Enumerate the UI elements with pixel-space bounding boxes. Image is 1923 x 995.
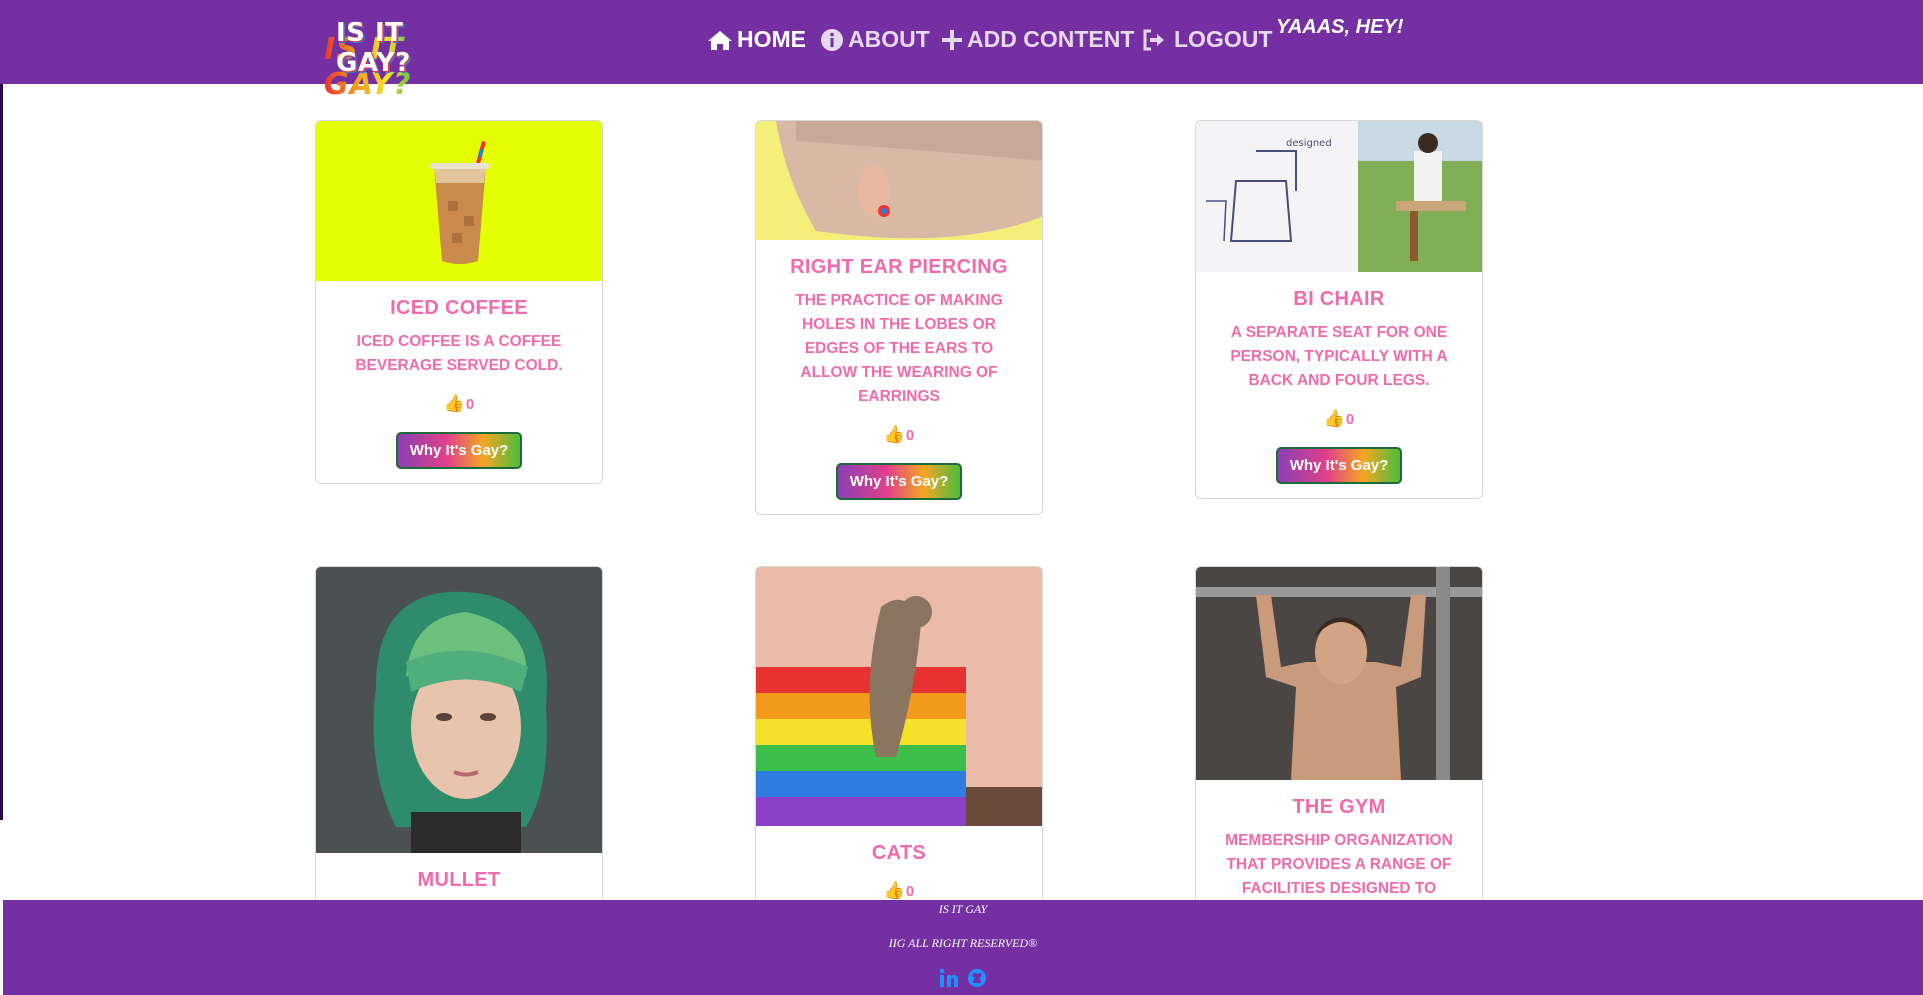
sign-out-icon: [1142, 29, 1166, 51]
like-count: 0: [1345, 410, 1355, 428]
nav-add-content-label: ADD CONTENT: [967, 26, 1135, 52]
thumbs-up-icon[interactable]: 👍: [884, 881, 905, 901]
site-footer: IS IT GAY IIG ALL RIGHT RESERVED®: [3, 900, 1923, 995]
footer-social-links: [3, 968, 1923, 988]
content-card-bi-chair: designed BI CHAIR A SEPARATE SEAT FOR ON…: [1195, 120, 1483, 499]
like-count: 0: [905, 426, 915, 444]
card-likes[interactable]: 👍 0: [316, 394, 602, 414]
nav-home-link[interactable]: HOME: [707, 26, 806, 53]
content-card-the-gym: THE GYM MEMBERSHIP ORGANIZATION THAT PRO…: [1195, 566, 1483, 926]
like-count: 0: [465, 395, 475, 413]
window-left-edge: [0, 0, 3, 820]
content-card-cats: CATS 👍 0: [755, 566, 1043, 926]
plus-icon: [941, 29, 963, 51]
card-title: RIGHT EAR PIERCING: [790, 256, 1008, 278]
nav-about-link[interactable]: ABOUT: [820, 26, 930, 53]
card-description: THE PRACTICE OF MAKING HOLES IN THE LOBE…: [795, 292, 1003, 405]
card-title: MULLET: [417, 869, 501, 891]
card-description: MEMBERSHIP ORGANIZATION THAT PROVIDES A …: [1225, 832, 1453, 897]
nav-add-content-link[interactable]: ADD CONTENT: [941, 26, 1134, 53]
content-card-iced-coffee: ICED COFFEE ICED COFFEE IS A COFFEE BEVE…: [315, 120, 603, 484]
nav-about-label: ABOUT: [848, 26, 930, 52]
bi-chair-image: designed: [1196, 121, 1482, 272]
thumbs-up-icon[interactable]: 👍: [1324, 409, 1345, 429]
nav-home-label: HOME: [737, 26, 806, 52]
content-card-right-ear-piercing: RIGHT EAR PIERCING THE PRACTICE OF MAKIN…: [755, 120, 1043, 515]
info-icon: [820, 28, 844, 52]
github-icon[interactable]: [967, 968, 987, 988]
card-likes[interactable]: 👍 0: [1196, 409, 1482, 429]
ear-piercing-image: [756, 121, 1042, 240]
card-title: ICED COFFEE: [390, 297, 528, 319]
user-greeting: YAAAS, HEY!: [1276, 16, 1404, 38]
iced-coffee-image: [316, 121, 602, 281]
card-description: ICED COFFEE IS A COFFEE BEVERAGE SERVED …: [355, 333, 563, 374]
footer-copyright: IIG ALL RIGHT RESERVED®: [888, 936, 1038, 950]
linkedin-icon[interactable]: [939, 968, 959, 988]
nav-logout-label: LOGOUT: [1174, 26, 1273, 52]
card-likes[interactable]: 👍 0: [756, 425, 1042, 445]
card-description: A SEPARATE SEAT FOR ONE PERSON, TYPICALL…: [1230, 324, 1448, 389]
card-likes[interactable]: 👍 0: [756, 881, 1042, 901]
like-count: 0: [905, 882, 915, 900]
thumbs-up-icon[interactable]: 👍: [444, 394, 465, 414]
svg-text:designed: designed: [1286, 138, 1332, 149]
thumbs-up-icon[interactable]: 👍: [884, 425, 905, 445]
cats-image: [756, 567, 1042, 826]
home-icon: [707, 29, 733, 51]
gym-image: [1196, 567, 1482, 780]
card-title: THE GYM: [1292, 796, 1386, 818]
why-its-gay-button[interactable]: Why It's Gay?: [835, 463, 963, 500]
card-title: BI CHAIR: [1293, 288, 1385, 310]
why-its-gay-button[interactable]: Why It's Gay?: [1275, 447, 1403, 484]
site-logo[interactable]: IS IT GAY? IS IT GAY?: [320, 18, 480, 102]
logo-text: IS IT GAY?: [336, 18, 411, 78]
top-navbar: IS IT GAY? IS IT GAY? HOME ABOUT ADD CON…: [0, 0, 1923, 102]
why-its-gay-button[interactable]: Why It's Gay?: [395, 432, 523, 469]
mullet-image: [316, 567, 602, 853]
content-card-mullet: MULLET: [315, 566, 603, 926]
card-title: CATS: [871, 842, 927, 864]
footer-brand: IS IT GAY: [938, 902, 988, 916]
nav-logout-link[interactable]: LOGOUT: [1142, 26, 1272, 53]
